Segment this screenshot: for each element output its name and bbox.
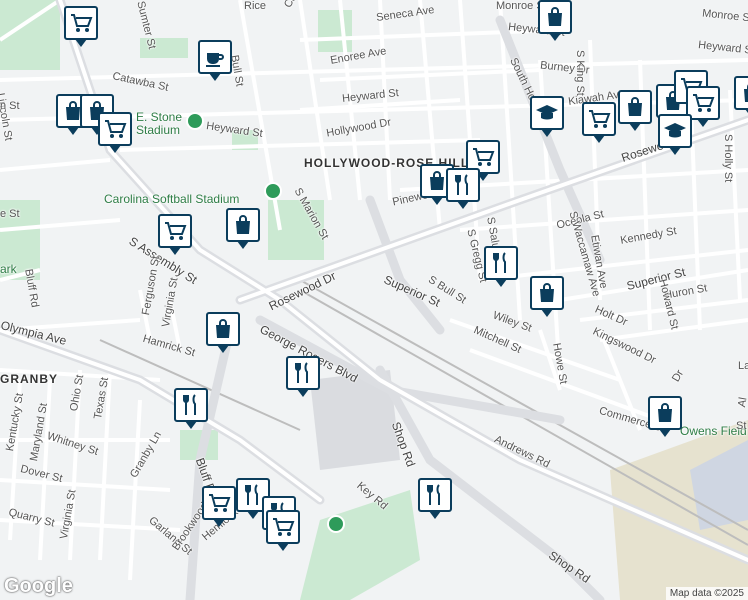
shopping-bag-icon[interactable] — [538, 0, 572, 41]
neighborhood-label-granby: GRANBY — [0, 372, 59, 386]
place-label-softball-stadium: Carolina Softball Stadium — [104, 192, 240, 206]
place-label-stone-stadium-2: Stadium — [136, 123, 181, 137]
coffee-cup-icon[interactable] — [198, 40, 232, 81]
stadium-icon[interactable] — [186, 112, 204, 130]
google-logo: Google — [4, 575, 73, 597]
restaurant-icon[interactable] — [446, 168, 480, 209]
shopping-bag-icon[interactable] — [648, 396, 682, 437]
restaurant-icon[interactable] — [286, 356, 320, 397]
map-attribution[interactable]: Map data ©2025 — [665, 587, 748, 600]
shopping-bag-icon[interactable] — [618, 90, 652, 131]
stadium-icon[interactable] — [327, 515, 345, 533]
restaurant-icon[interactable] — [418, 478, 452, 519]
shopping-bag-icon[interactable] — [734, 76, 748, 117]
shopping-cart-icon[interactable] — [158, 214, 192, 255]
street-label: Lau — [738, 360, 748, 372]
street-label: S Holly St — [722, 134, 734, 183]
school-icon[interactable] — [530, 96, 564, 137]
shopping-cart-icon[interactable] — [98, 112, 132, 153]
school-icon[interactable] — [658, 114, 692, 155]
street-label: S King St — [574, 50, 586, 96]
map-canvas[interactable]: E. Stone Stadium Carolina Softball Stadi… — [0, 0, 748, 600]
street-label: St — [736, 420, 747, 432]
shopping-cart-icon[interactable] — [582, 102, 616, 143]
shopping-cart-icon[interactable] — [266, 510, 300, 551]
shopping-bag-icon[interactable] — [530, 276, 564, 317]
restaurant-icon[interactable] — [484, 246, 518, 287]
place-label-stone-stadium-1: E. Stone — [136, 110, 183, 124]
street-label: e St — [0, 208, 20, 220]
street-label: Al — [736, 396, 748, 409]
place-label-park-left: ark — [0, 262, 17, 276]
street-label: Rice — [244, 0, 267, 12]
stadium-icon[interactable] — [264, 182, 282, 200]
shopping-bag-icon[interactable] — [226, 208, 260, 249]
shopping-bag-icon[interactable] — [206, 312, 240, 353]
street-label: n St — [0, 100, 20, 112]
restaurant-icon[interactable] — [174, 388, 208, 429]
shopping-cart-icon[interactable] — [202, 486, 236, 527]
shopping-cart-icon[interactable] — [64, 6, 98, 47]
